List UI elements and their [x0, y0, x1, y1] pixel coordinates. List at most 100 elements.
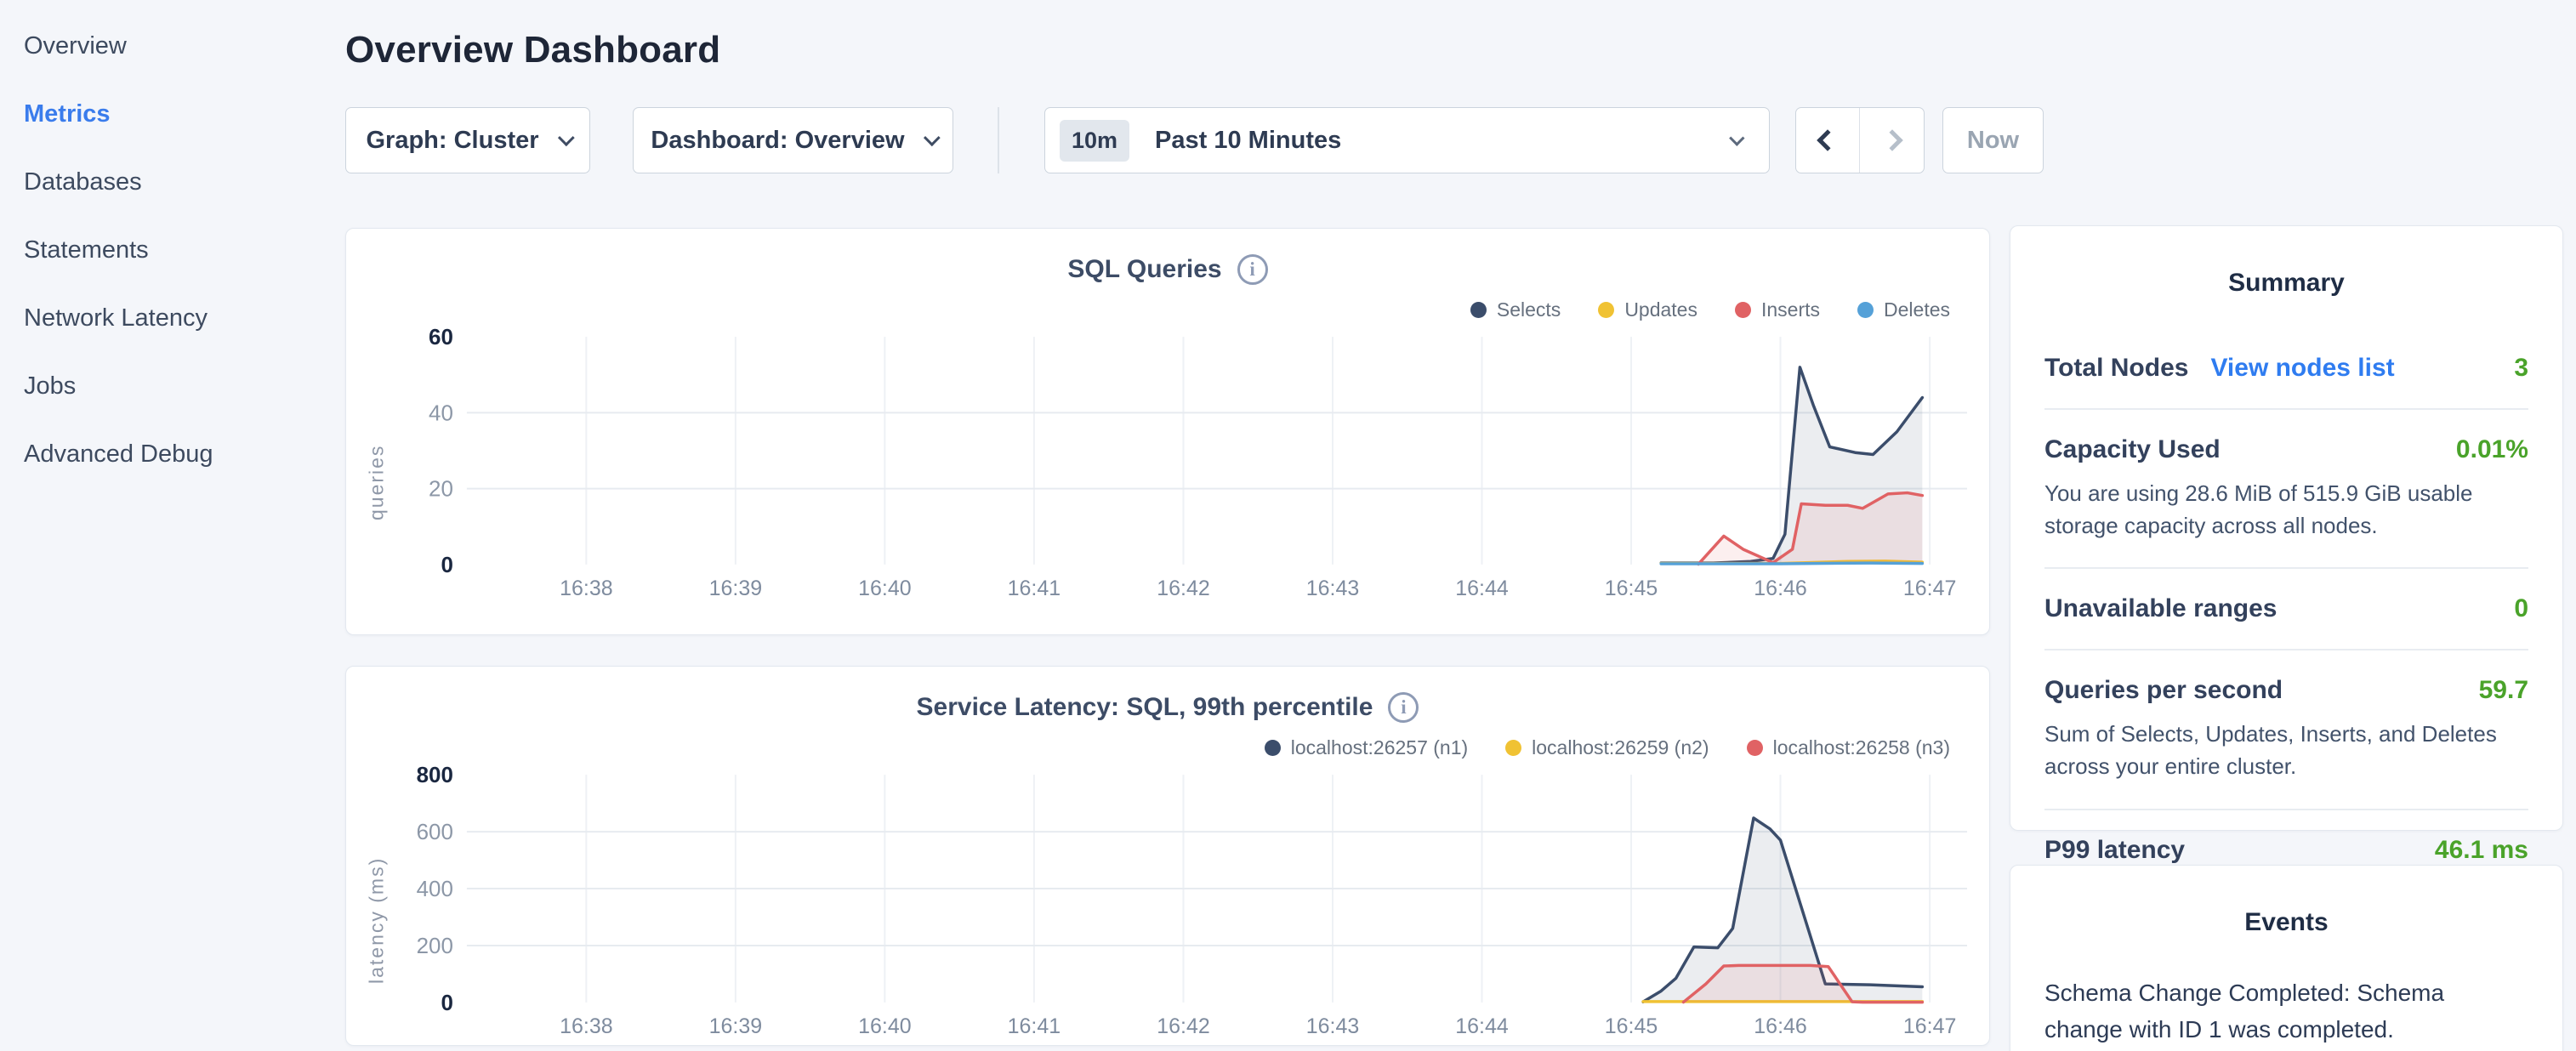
svg-text:16:46: 16:46	[1754, 577, 1806, 600]
svg-text:16:47: 16:47	[1903, 1014, 1956, 1038]
summary-value: 59.7	[2479, 676, 2528, 705]
service-latency-chart[interactable]: 16:3816:3916:4016:4116:4216:4316:4416:45…	[394, 763, 1976, 1043]
legend-item: Selects	[1470, 298, 1561, 321]
summary-panel: Summary Total Nodes View nodes list 3 Ca…	[2010, 225, 2563, 831]
time-window-selector[interactable]: 10m Past 10 Minutes	[1044, 107, 1770, 173]
sidebar-item-databases[interactable]: Databases	[0, 148, 345, 216]
chart-title: Service Latency: SQL, 99th percentile	[917, 693, 1373, 722]
svg-text:16:45: 16:45	[1605, 577, 1658, 600]
svg-text:60: 60	[429, 325, 453, 349]
info-icon[interactable]: i	[1388, 692, 1419, 723]
y-axis-title: latency (ms)	[360, 763, 394, 1043]
summary-value: 3	[2514, 354, 2528, 383]
svg-text:16:44: 16:44	[1455, 577, 1509, 600]
summary-value: 0	[2514, 594, 2528, 623]
sidebar-item-statements[interactable]: Statements	[0, 216, 345, 284]
page-title: Overview Dashboard	[345, 29, 2563, 71]
chevron-down-icon	[924, 129, 941, 146]
toolbar-divider	[998, 107, 999, 173]
chevron-right-icon	[1881, 129, 1902, 151]
summary-row-capacity-used: Capacity Used 0.01% You are using 28.6 M…	[2044, 408, 2528, 567]
sidebar: Overview Metrics Databases Statements Ne…	[0, 0, 345, 1051]
dashboard-dropdown-label: Dashboard: Overview	[651, 127, 904, 155]
summary-value: 46.1 ms	[2435, 836, 2528, 865]
svg-text:600: 600	[417, 819, 453, 844]
toolbar: Graph: Cluster Dashboard: Overview 10m P…	[345, 107, 2563, 173]
summary-title: Summary	[2044, 269, 2528, 298]
svg-text:400: 400	[417, 876, 453, 901]
time-nav-buttons	[1795, 107, 1925, 173]
svg-text:16:39: 16:39	[709, 577, 762, 600]
svg-text:16:46: 16:46	[1754, 1014, 1806, 1038]
svg-text:20: 20	[429, 476, 453, 502]
events-panel: Events Schema Change Completed: Schema c…	[2010, 865, 2563, 1051]
legend-dot-icon	[1857, 302, 1874, 318]
view-nodes-list-link[interactable]: View nodes list	[2210, 354, 2394, 383]
legend-dot-icon	[1747, 740, 1763, 756]
svg-text:800: 800	[417, 763, 453, 787]
legend-dot-icon	[1598, 302, 1614, 318]
legend-dot-icon	[1265, 740, 1281, 756]
summary-description: Sum of Selects, Updates, Inserts, and De…	[2044, 719, 2528, 782]
info-icon[interactable]: i	[1237, 254, 1268, 285]
svg-text:16:38: 16:38	[560, 577, 612, 600]
chevron-down-icon	[1729, 130, 1744, 145]
sidebar-item-overview[interactable]: Overview	[0, 12, 345, 80]
svg-text:40: 40	[429, 400, 453, 425]
svg-text:16:45: 16:45	[1605, 1014, 1658, 1038]
svg-text:16:40: 16:40	[858, 1014, 911, 1038]
charts-column: SQL Queries i SelectsUpdatesInsertsDelet…	[345, 228, 1990, 1051]
sidebar-item-advanced-debug[interactable]: Advanced Debug	[0, 420, 345, 488]
sidebar-item-network-latency[interactable]: Network Latency	[0, 284, 345, 352]
summary-row-unavailable-ranges: Unavailable ranges 0	[2044, 567, 2528, 649]
svg-text:16:47: 16:47	[1903, 577, 1956, 600]
sql-queries-chart[interactable]: 16:3816:3916:4016:4116:4216:4316:4416:45…	[394, 325, 1976, 605]
summary-value: 0.01%	[2456, 435, 2528, 464]
svg-text:16:42: 16:42	[1157, 1014, 1209, 1038]
events-title: Events	[2044, 908, 2528, 937]
summary-row-total-nodes: Total Nodes View nodes list 3	[2044, 328, 2528, 408]
chart-legend: SelectsUpdatesInsertsDeletes	[360, 298, 1950, 321]
chevron-down-icon	[557, 129, 574, 146]
main-content: Overview Dashboard Graph: Cluster Dashbo…	[345, 0, 2576, 1051]
svg-text:16:40: 16:40	[858, 577, 911, 600]
event-list-item[interactable]: Schema Change Completed: Schema change w…	[2044, 974, 2528, 1051]
svg-text:16:41: 16:41	[1008, 1014, 1061, 1038]
sql-queries-chart-card: SQL Queries i SelectsUpdatesInsertsDelet…	[345, 228, 1990, 635]
svg-text:0: 0	[441, 990, 452, 1015]
time-window-badge: 10m	[1060, 120, 1129, 162]
chart-title: SQL Queries	[1067, 255, 1221, 284]
time-forward-button[interactable]	[1860, 108, 1924, 173]
legend-dot-icon	[1470, 302, 1487, 318]
event-message: Schema Change Completed: Schema change w…	[2044, 974, 2528, 1048]
graph-dropdown-label: Graph: Cluster	[366, 127, 538, 155]
summary-label: P99 latency	[2044, 836, 2185, 865]
legend-item: Inserts	[1735, 298, 1820, 321]
summary-label: Unavailable ranges	[2044, 594, 2277, 623]
svg-text:16:43: 16:43	[1306, 577, 1359, 600]
legend-dot-icon	[1505, 740, 1521, 756]
right-column: Summary Total Nodes View nodes list 3 Ca…	[2010, 225, 2563, 1051]
dashboard-dropdown[interactable]: Dashboard: Overview	[633, 107, 953, 173]
sidebar-item-metrics[interactable]: Metrics	[0, 80, 345, 148]
legend-item: Deletes	[1857, 298, 1950, 321]
chevron-left-icon	[1817, 129, 1838, 151]
svg-text:200: 200	[417, 933, 453, 958]
summary-label: Total Nodes	[2044, 354, 2188, 383]
chart-legend: localhost:26257 (n1)localhost:26259 (n2)…	[360, 736, 1950, 759]
now-button[interactable]: Now	[1942, 107, 2044, 173]
sidebar-item-jobs[interactable]: Jobs	[0, 352, 345, 420]
svg-text:16:38: 16:38	[560, 1014, 612, 1038]
svg-text:16:39: 16:39	[709, 1014, 762, 1038]
service-latency-chart-card: Service Latency: SQL, 99th percentile i …	[345, 666, 1990, 1046]
svg-text:16:43: 16:43	[1306, 1014, 1359, 1038]
summary-description: You are using 28.6 MiB of 515.9 GiB usab…	[2044, 478, 2528, 542]
graph-dropdown[interactable]: Graph: Cluster	[345, 107, 590, 173]
legend-item: localhost:26258 (n3)	[1747, 736, 1950, 759]
svg-text:16:42: 16:42	[1157, 577, 1209, 600]
legend-item: localhost:26257 (n1)	[1265, 736, 1468, 759]
summary-label: Queries per second	[2044, 676, 2283, 705]
summary-label: Capacity Used	[2044, 435, 2221, 464]
time-back-button[interactable]	[1796, 108, 1860, 173]
content-row: SQL Queries i SelectsUpdatesInsertsDelet…	[345, 228, 2563, 1051]
